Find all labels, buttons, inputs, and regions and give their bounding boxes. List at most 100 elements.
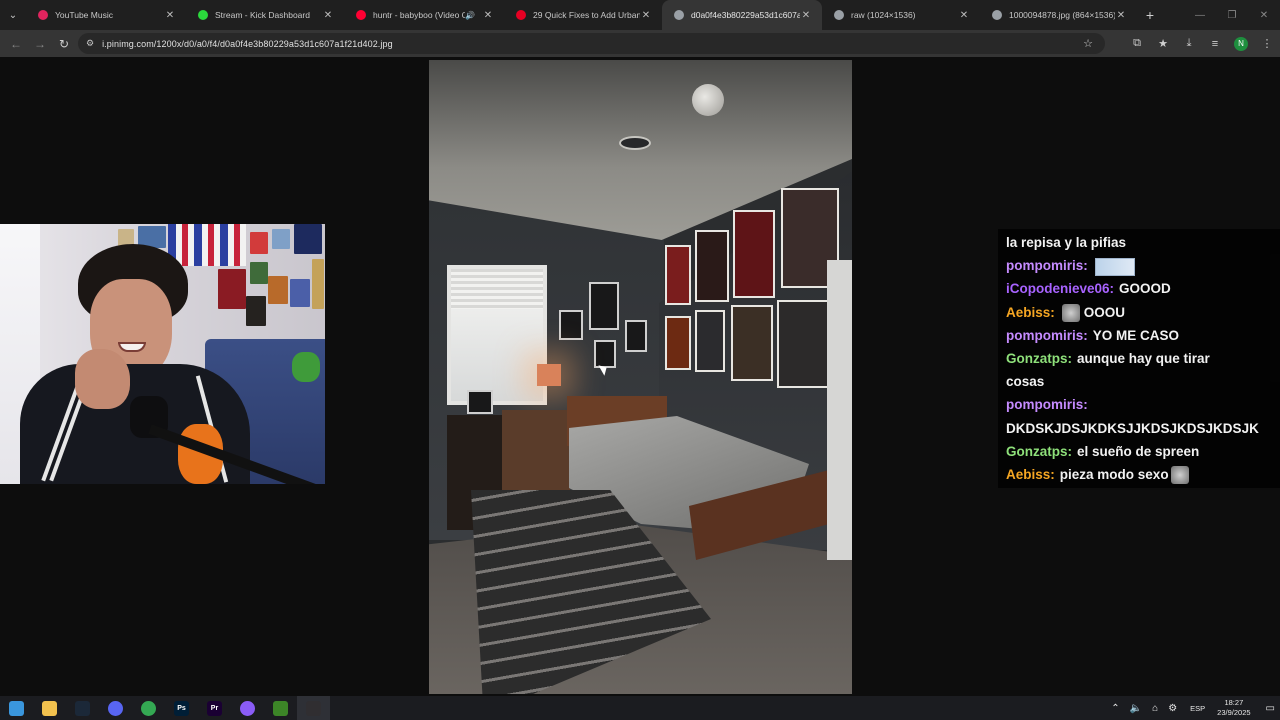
tab-title: 29 Quick Fixes to Add Urban Vib bbox=[533, 10, 640, 20]
speaker-icon[interactable]: 🔈 bbox=[1130, 703, 1142, 714]
bookmarks-icon[interactable]: ★ bbox=[1150, 37, 1176, 50]
browser-tab[interactable]: 1000094878.jpg (864×1536) ✕ bbox=[980, 0, 1137, 30]
chat-username[interactable]: pompomiris: bbox=[1006, 328, 1088, 343]
obs-icon bbox=[306, 700, 321, 716]
close-tab-icon[interactable]: ✕ bbox=[482, 10, 494, 21]
taskbar-app[interactable] bbox=[132, 696, 165, 720]
chat-message: Aebiss: OOOU bbox=[1006, 301, 1280, 324]
image-icon bbox=[674, 10, 684, 20]
chat-username[interactable]: pompomiris: bbox=[1006, 258, 1088, 273]
windows-taskbar: Ps Pr ⌃ 🔈 ⌂ ⚙ ESP 18:27 23/9/2025 ▭ bbox=[0, 696, 1280, 720]
tab-title: huntr - babyboo (Video Oficial) bbox=[373, 10, 466, 20]
chat-text: pieza modo sexo bbox=[1059, 467, 1169, 483]
reload-button[interactable]: ↻ bbox=[52, 32, 76, 56]
chat-username[interactable]: Gonzatps: bbox=[1006, 351, 1072, 366]
tab-title: Stream - Kick Dashboard bbox=[215, 10, 310, 20]
file-explorer-icon bbox=[42, 700, 57, 716]
settings-icon[interactable]: ⚙ bbox=[1168, 703, 1177, 714]
chat-username[interactable]: pompomiris: bbox=[1006, 397, 1088, 412]
taskbar-app[interactable] bbox=[99, 696, 132, 720]
tab-list: YouTube Music ✕ Stream - Kick Dashboard ✕ hu… bbox=[26, 0, 1137, 30]
chat-message: pompomiris: bbox=[1006, 254, 1280, 277]
taskbar-apps: Ps Pr bbox=[0, 696, 330, 720]
chat-text: DKDSKJDSJKDKSJJKDSJKDSJKDSJK bbox=[1006, 420, 1259, 436]
audio-playing-icon[interactable]: 🔊 bbox=[465, 11, 475, 20]
chat-text: YO ME CASO bbox=[1092, 327, 1180, 343]
browser-tab[interactable]: d0a0f4e3b80229a53d1c607a1f21d402.jpg✕ bbox=[662, 0, 822, 30]
site-info-icon[interactable]: ⚙ bbox=[86, 38, 94, 49]
chat-message: Gonzatps: aunque hay que tirar bbox=[1006, 347, 1280, 370]
chat-text: la repisa y la pifias bbox=[1006, 235, 1127, 250]
chat-emote-icon bbox=[1061, 304, 1080, 323]
chat-emote-icon bbox=[1170, 466, 1189, 485]
clock-date: 23/9/2025 bbox=[1217, 708, 1251, 717]
taskbar-app[interactable] bbox=[297, 696, 330, 720]
chat-text: cosas bbox=[1006, 374, 1045, 390]
globe-icon bbox=[992, 10, 1002, 20]
minimize-icon[interactable]: — bbox=[1184, 0, 1216, 30]
chat-username[interactable]: iCopodenieve06: bbox=[1006, 281, 1114, 296]
back-button[interactable]: ← bbox=[4, 32, 28, 56]
browser-tab[interactable]: huntr - babyboo (Video Oficial)🔊 ✕ bbox=[344, 0, 504, 30]
chrome-icon bbox=[141, 700, 156, 716]
youtube-icon bbox=[356, 10, 366, 20]
chat-message: Gonzatps: el sueño de spreen bbox=[1006, 440, 1280, 463]
extensions-icon[interactable]: ⧉ bbox=[1124, 37, 1150, 50]
chat-emote-icon bbox=[1094, 257, 1135, 276]
forward-button[interactable]: → bbox=[28, 32, 52, 56]
tab-title: 1000094878.jpg (864×1536) bbox=[1009, 10, 1115, 20]
chat-message: pompomiris: YO ME CASO bbox=[1006, 324, 1280, 347]
taskbar-app[interactable] bbox=[231, 696, 264, 720]
toolbar-actions: ⧉ ★ ⤓ ≡ N ⋮ bbox=[1124, 30, 1280, 57]
globe-icon bbox=[834, 10, 844, 20]
chat-message: pompomiris: bbox=[1006, 393, 1280, 416]
clock-time: 18:27 bbox=[1224, 698, 1244, 707]
chat-message: la repisa y la pifias bbox=[1006, 231, 1280, 254]
tab-title: d0a0f4e3b80229a53d1c607a1f21d402.jpg bbox=[691, 10, 800, 20]
steam-icon bbox=[75, 700, 90, 716]
taskbar-app[interactable]: Ps bbox=[165, 696, 198, 720]
taskbar-app[interactable] bbox=[0, 696, 33, 720]
close-tab-icon[interactable]: ✕ bbox=[800, 10, 812, 21]
chat-username[interactable]: Aebiss: bbox=[1006, 467, 1055, 482]
new-tab-button[interactable]: + bbox=[1137, 0, 1163, 30]
profile-avatar[interactable]: N bbox=[1234, 36, 1248, 51]
browser-tab[interactable]: Stream - Kick Dashboard ✕ bbox=[186, 0, 344, 30]
chat-username[interactable]: Gonzatps: bbox=[1006, 444, 1072, 459]
media-controls-icon[interactable]: ≡ bbox=[1202, 38, 1228, 50]
address-bar[interactable]: ⚙ i.pinimg.com/1200x/d0/a0/f4/d0a0f4e3b8… bbox=[78, 33, 1105, 54]
close-tab-icon[interactable]: ✕ bbox=[640, 10, 652, 21]
browser-tab[interactable]: 29 Quick Fixes to Add Urban Vib✕ bbox=[504, 0, 662, 30]
close-window-icon[interactable]: ✕ bbox=[1248, 0, 1280, 30]
taskbar-app[interactable]: Pr bbox=[198, 696, 231, 720]
taskbar-app[interactable] bbox=[66, 696, 99, 720]
chevron-up-icon[interactable]: ⌃ bbox=[1111, 703, 1119, 714]
close-tab-icon[interactable]: ✕ bbox=[164, 10, 176, 21]
restore-icon[interactable]: ❐ bbox=[1216, 0, 1248, 30]
windows-start-icon bbox=[9, 700, 24, 716]
url-text[interactable]: i.pinimg.com/1200x/d0/a0/f4/d0a0f4e3b802… bbox=[102, 39, 393, 49]
kick-icon bbox=[198, 10, 208, 20]
browser-tab[interactable]: raw (1024×1536) ✕ bbox=[822, 0, 980, 30]
network-icon[interactable]: ⌂ bbox=[1152, 703, 1158, 714]
clock[interactable]: 18:27 23/9/2025 bbox=[1217, 698, 1250, 718]
chat-text: el sueño de spreen bbox=[1077, 443, 1200, 459]
language-indicator[interactable]: ESP bbox=[1190, 704, 1205, 713]
chat-username[interactable]: Aebiss: bbox=[1006, 305, 1055, 320]
tab-search-icon[interactable]: ⌄ bbox=[0, 0, 26, 30]
taskbar-app[interactable] bbox=[264, 696, 297, 720]
minecraft-icon bbox=[273, 700, 288, 716]
menu-icon[interactable]: ⋮ bbox=[1254, 37, 1280, 50]
close-tab-icon[interactable]: ✕ bbox=[958, 10, 970, 21]
download-icon[interactable]: ⤓ bbox=[1176, 37, 1202, 50]
webcam-overlay bbox=[0, 224, 325, 484]
pinterest-icon bbox=[516, 10, 526, 20]
close-tab-icon[interactable]: ✕ bbox=[322, 10, 334, 21]
taskbar-app[interactable] bbox=[33, 696, 66, 720]
close-tab-icon[interactable]: ✕ bbox=[1115, 10, 1127, 21]
notification-icon[interactable]: ▭ bbox=[1266, 703, 1275, 714]
tab-title: raw (1024×1536) bbox=[851, 10, 916, 20]
browser-tab[interactable]: YouTube Music ✕ bbox=[26, 0, 186, 30]
bookmark-star-icon[interactable]: ☆ bbox=[1083, 37, 1093, 50]
youtube-music-icon bbox=[38, 10, 48, 20]
